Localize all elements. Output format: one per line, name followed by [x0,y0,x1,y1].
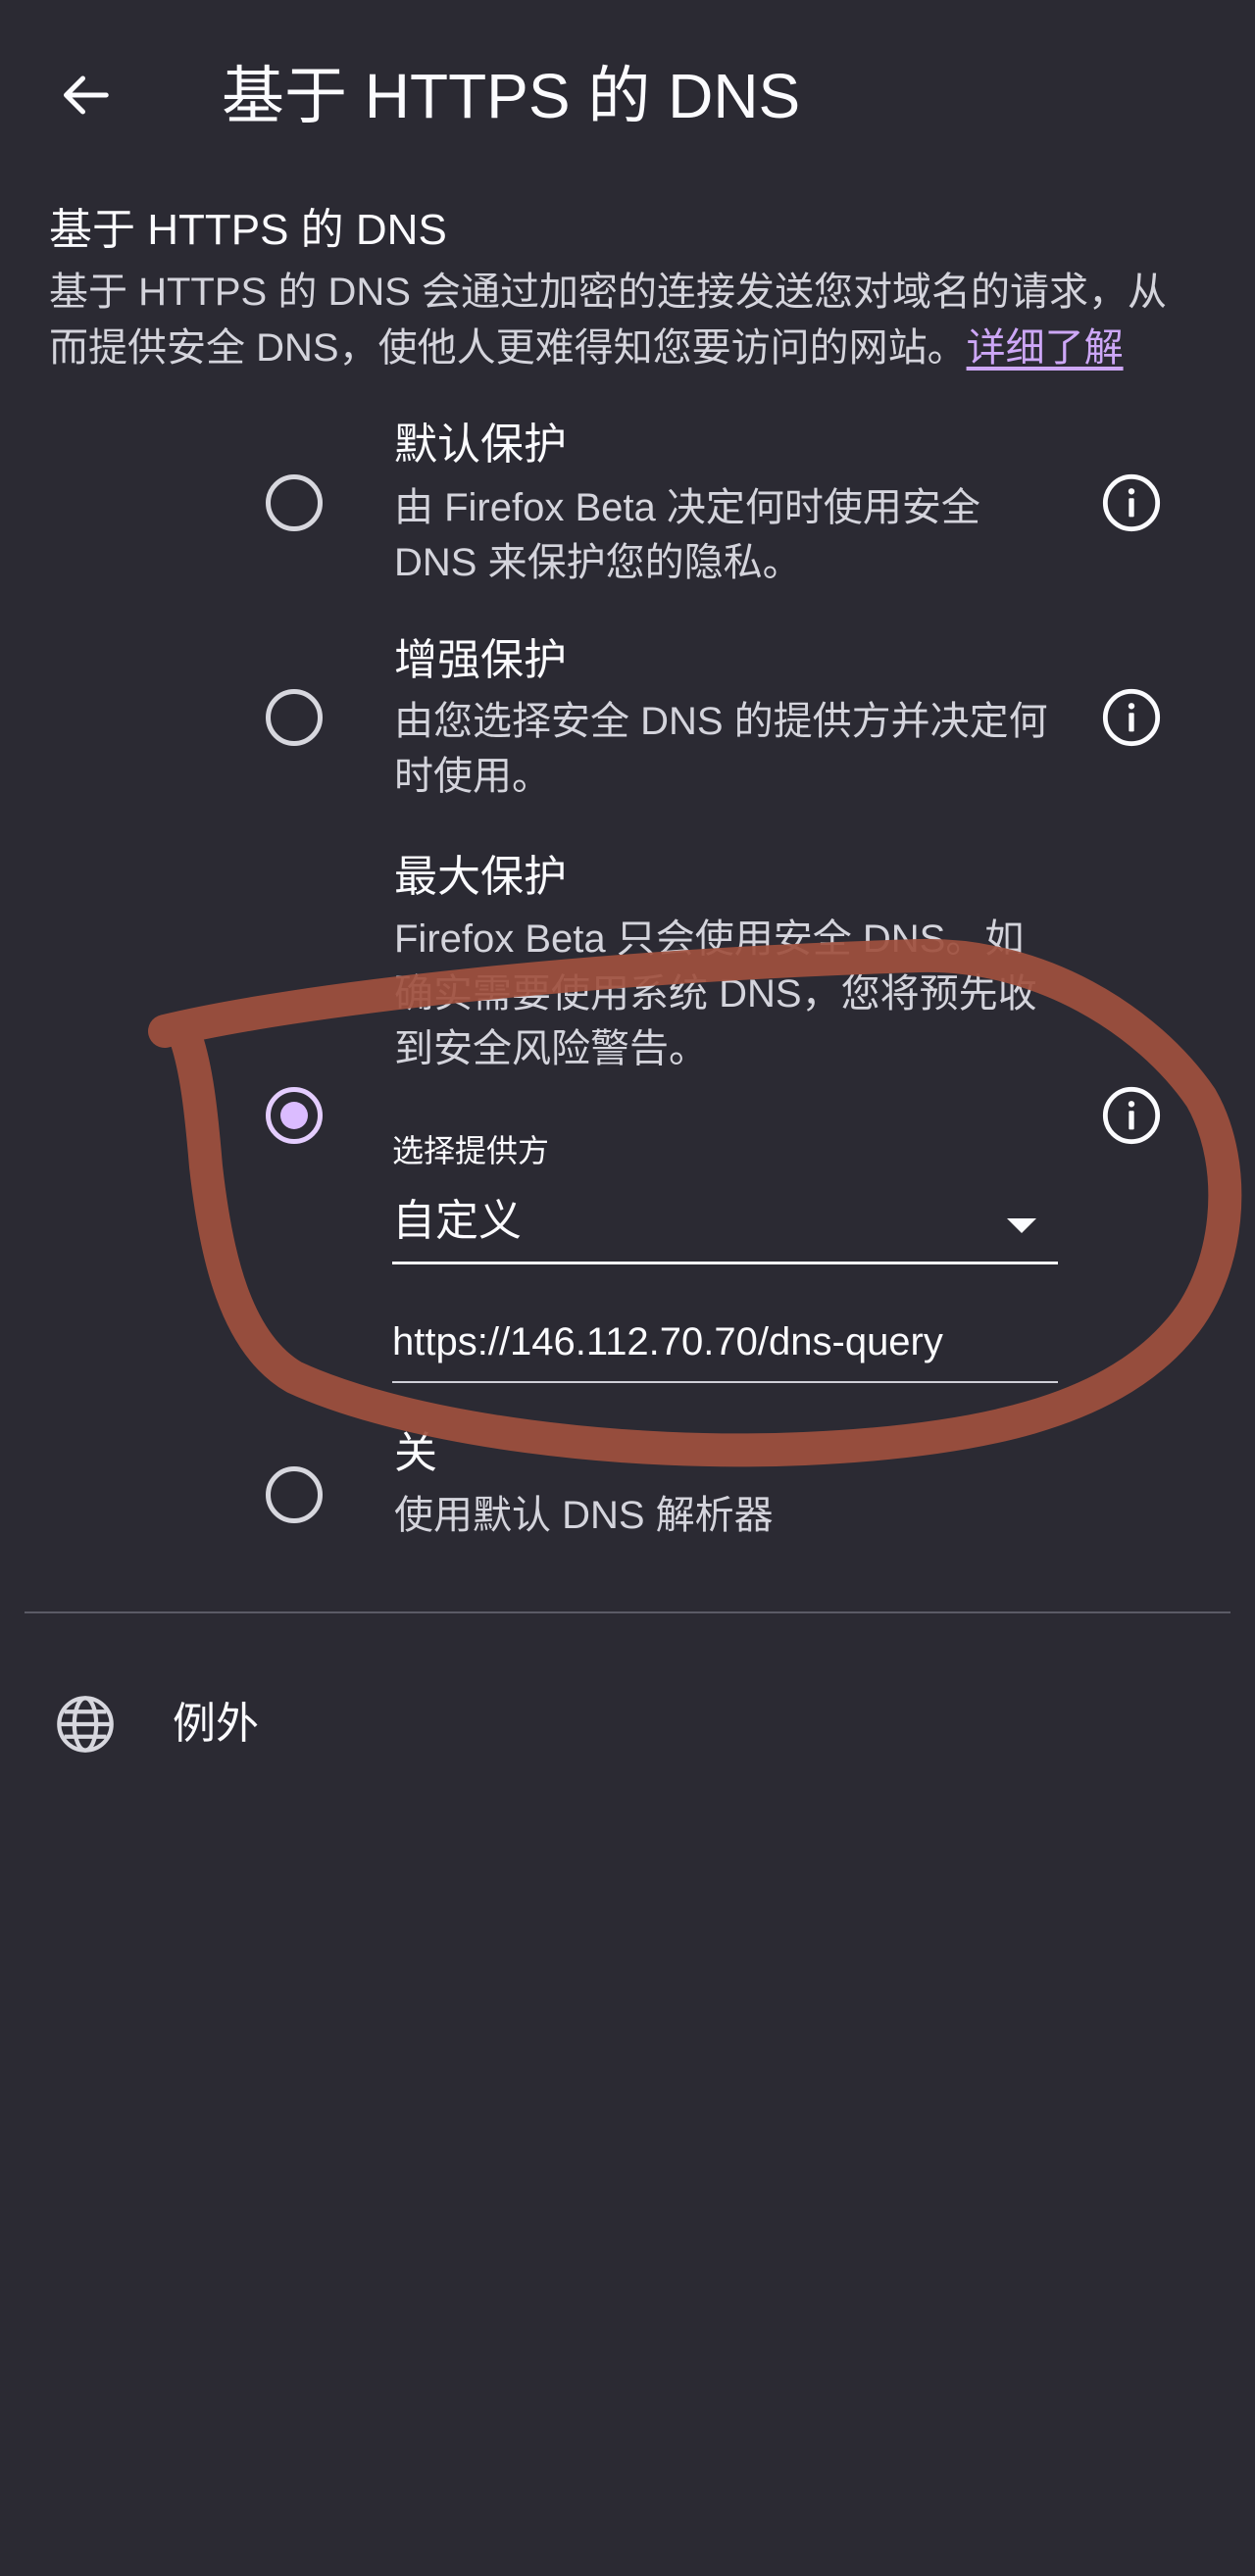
back-button[interactable] [49,59,122,131]
dropdown-arrow-icon [1007,1218,1036,1233]
option-description-max: Firefox Beta 只会使用安全 DNS。如确实需要使用系统 DNS，您将… [394,917,1037,1070]
back-arrow-icon [64,75,109,115]
radio-dot [280,1102,308,1129]
divider [25,1611,1230,1613]
dropdown-underline [392,1262,1058,1264]
provider-selected-value: 自定义 [392,1197,522,1245]
page-title: 基于 HTTPS 的 DNS [222,61,801,131]
globe-icon [57,1696,114,1753]
provider-label: 选择提供方 [392,1133,550,1168]
radio-dot [280,1481,308,1509]
info-icon[interactable] [1100,471,1163,534]
option-title-max[interactable]: 最大保护 [394,850,567,905]
radio-dot [280,489,308,517]
option-title-off[interactable]: 关 [394,1426,437,1481]
radio-dot [280,704,308,731]
info-icon[interactable] [1100,1084,1163,1147]
section-heading: 基于 HTTPS 的 DNS [49,206,447,254]
annotation-circle [148,938,1242,1467]
custom-provider-url-input[interactable]: https://146.112.70.70/dns-query [392,1309,1058,1384]
radio-off[interactable] [266,1466,323,1523]
radio-default-protection[interactable] [266,474,323,531]
learn-more-link[interactable]: 详细了解 [967,326,1124,370]
radio-increased-protection[interactable] [266,689,323,746]
provider-dropdown[interactable]: 自定义 [392,1188,1058,1264]
option-description-default: 由 Firefox Beta 决定何时使用安全 DNS 来保护您的隐私。 [394,486,980,584]
option-title-default[interactable]: 默认保护 [394,418,567,472]
input-underline [392,1381,1058,1383]
option-title-increased[interactable]: 增强保护 [394,633,567,688]
option-description-off: 使用默认 DNS 解析器 [394,1494,774,1537]
exceptions-row[interactable]: 例外 [0,1666,1255,1782]
option-description-increased: 由您选择安全 DNS 的提供方并决定何时使用。 [394,700,1048,798]
section-description: 基于 HTTPS 的 DNS 会通过加密的连接发送您对域名的请求，从而提供安全 … [49,265,1196,376]
custom-provider-url-value: https://146.112.70.70/dns-query [392,1320,943,1363]
radio-max-protection[interactable] [266,1087,323,1144]
exceptions-label: 例外 [173,1700,259,1748]
info-icon[interactable] [1100,686,1163,749]
